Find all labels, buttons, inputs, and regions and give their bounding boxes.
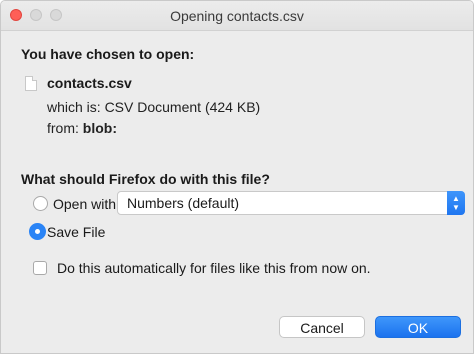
chevron-down-icon: ▼ [452,203,460,212]
chosen-to-open-heading: You have chosen to open: [21,46,195,62]
document-icon [25,76,37,91]
open-file-dialog: Opening contacts.csv You have chosen to … [0,0,474,354]
file-source-info: from: blob: [47,120,117,136]
ok-button[interactable]: OK [375,316,461,338]
from-label: from: [47,120,79,136]
do-automatically-checkbox[interactable] [33,261,47,275]
from-value: blob: [82,120,117,136]
title-bar[interactable]: Opening contacts.csv [1,1,473,31]
cancel-button[interactable]: Cancel [279,316,365,338]
do-automatically-label[interactable]: Do this automatically for files like thi… [57,260,371,276]
dialog-content: You have chosen to open: contacts.csv wh… [21,31,465,353]
file-type-info: which is: CSV Document (424 KB) [47,99,261,115]
window-title: Opening contacts.csv [170,8,304,24]
firefox-action-heading: What should Firefox do with this file? [21,171,270,187]
save-file-label[interactable]: Save File [47,224,105,240]
select-stepper-icon[interactable]: ▲ ▼ [447,191,465,215]
chevron-up-icon: ▲ [452,194,460,203]
file-name: contacts.csv [47,75,132,91]
open-with-label[interactable]: Open with [53,196,116,212]
open-with-radio[interactable] [33,196,48,211]
save-file-radio[interactable] [29,223,46,240]
open-with-app-select[interactable]: Numbers (default) ▲ ▼ [117,191,465,215]
open-with-app-value: Numbers (default) [127,195,240,211]
